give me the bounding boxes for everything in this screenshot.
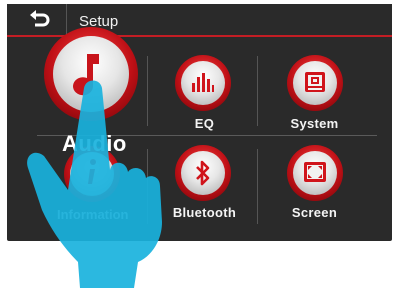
tile-label: Screen — [291, 205, 338, 220]
grid-divider — [147, 149, 148, 224]
equalizer-icon — [192, 73, 214, 92]
tile-eq[interactable]: EQ — [152, 50, 257, 135]
tile-label: EQ — [194, 116, 215, 131]
tile-label: System — [290, 116, 339, 131]
tile-screen[interactable]: Screen — [262, 144, 367, 229]
music-note-icon — [73, 54, 99, 96]
grid-divider — [257, 149, 258, 224]
grid-divider — [257, 56, 258, 126]
info-icon — [88, 159, 96, 184]
screen-icon — [304, 162, 326, 182]
tile-label: Bluetooth — [172, 205, 237, 220]
setup-screen: Setup EQ System Bluetooth Screen Informa… — [7, 4, 392, 241]
system-icon — [305, 72, 325, 92]
tile-audio-label: Audio — [62, 131, 127, 156]
tile-system[interactable]: System — [262, 50, 367, 135]
grid-divider — [147, 56, 148, 126]
bluetooth-icon — [196, 160, 210, 186]
tile-audio[interactable] — [42, 24, 142, 129]
tile-bluetooth[interactable]: Bluetooth — [152, 144, 257, 229]
tile-information-label: Information — [57, 207, 129, 222]
